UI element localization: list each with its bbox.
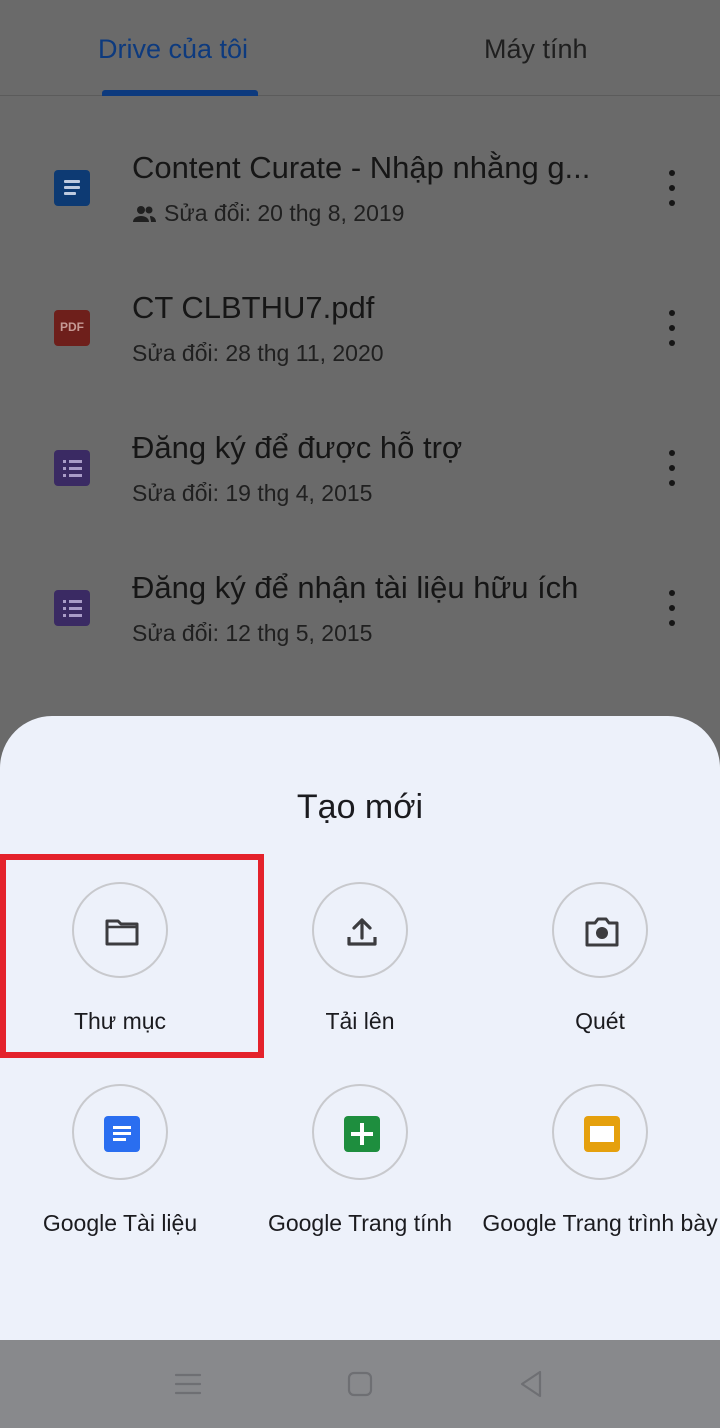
file-row[interactable]: Đăng ký để được hỗ trợ Sửa đổi: 19 thg 4… [0,396,720,536]
option-circle[interactable] [72,1084,168,1180]
option-label: Google Tài liệu [42,1210,198,1236]
option-label: Google Trang trình bày [482,1210,718,1236]
file-title: Content Curate - Nhập nhằng g... [132,150,591,185]
menu-icon[interactable] [172,1368,204,1400]
doc-icon [54,170,90,206]
file-title: Đăng ký để được hỗ trợ [132,430,463,465]
google-slides-icon [584,1116,620,1152]
camera-icon [585,917,619,947]
option-circle[interactable] [552,882,648,978]
more-options-icon[interactable] [658,168,686,208]
back-icon[interactable] [516,1368,548,1400]
upload-icon [347,918,377,946]
option-circle[interactable] [552,1084,648,1180]
file-title: Đăng ký để nhận tài liệu hữu ích [132,570,579,605]
active-tab-indicator [102,90,258,96]
file-modified: Sửa đổi: 19 thg 4, 2015 [132,480,373,506]
option-label: Tải lên [325,1008,395,1034]
file-title: CT CLBTHU7.pdf [132,290,375,325]
google-docs-icon [104,1116,140,1152]
highlight-box [0,854,264,1058]
file-row[interactable]: Đăng ký để nhận tài liệu hữu ích Sửa đổi… [0,536,720,676]
tab-computers[interactable]: Máy tính [484,34,588,65]
more-options-icon[interactable] [658,448,686,488]
option-circle[interactable] [312,1084,408,1180]
shared-icon [133,206,156,222]
file-row[interactable]: PDF CT CLBTHU7.pdf Sửa đổi: 28 thg 11, 2… [0,256,720,396]
pdf-icon: PDF [54,310,90,346]
more-options-icon[interactable] [658,308,686,348]
tab-my-drive[interactable]: Drive của tôi [98,34,248,65]
file-modified: Sửa đổi: 28 thg 11, 2020 [132,340,384,366]
system-nav-bar [0,1340,720,1428]
option-circle[interactable] [312,882,408,978]
form-icon [54,450,90,486]
file-modified-text: Sửa đổi: 20 thg 8, 2019 [164,200,405,226]
form-icon [54,590,90,626]
file-row[interactable]: Content Curate - Nhập nhằng g... Sửa đổi… [0,116,720,256]
sheet-title: Tạo mới [296,788,424,826]
more-options-icon[interactable] [658,588,686,628]
option-label: Quét [575,1008,625,1034]
google-sheets-icon [344,1116,380,1152]
home-icon[interactable] [344,1368,376,1400]
screen: Drive của tôi Máy tính Content Curate - … [0,0,720,1428]
file-modified: Sửa đổi: 20 thg 8, 2019 [132,200,404,227]
file-modified: Sửa đổi: 12 thg 5, 2015 [132,620,373,646]
drive-tabs: Drive của tôi Máy tính [0,0,720,96]
option-label: Google Trang tính [267,1210,453,1236]
